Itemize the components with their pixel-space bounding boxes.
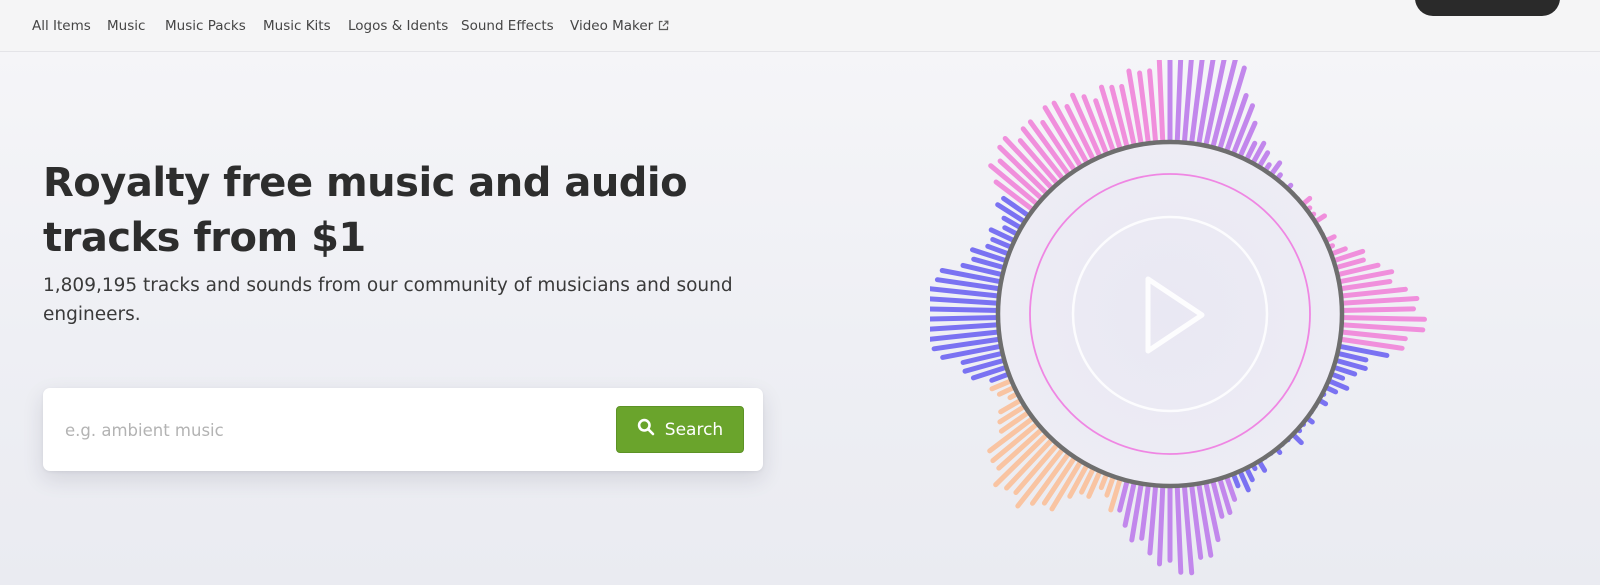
visualizer-bar [1331,321,1426,333]
visualizer-bar [1147,68,1159,154]
audio-visualizer [930,60,1427,576]
search-bar: Search [43,388,763,471]
nav-item-sound-effects[interactable]: Sound Effects [461,18,554,34]
visualizer-bar [1331,314,1427,322]
visualizer-bar [1156,60,1166,153]
search-icon [637,418,655,441]
visualizer-bar [930,314,1009,322]
visualizer-bar [1331,296,1420,307]
visualizer-disc [995,139,1345,489]
nav-item-video-maker[interactable]: Video Maker [570,18,669,35]
visualizer-bar [1174,475,1184,575]
nav-item-music[interactable]: Music [107,18,145,34]
top-navigation: All Items Music Music Packs Music Kits L… [0,0,1600,52]
hero-title-line-1: Royalty free music and audio [43,160,688,206]
visualizer-bar [1174,60,1184,153]
nav-item-logos-idents[interactable]: Logos & Idents [348,18,448,34]
nav-item-video-maker-label: Video Maker [570,18,654,34]
visualizer-bar [1147,474,1159,556]
external-link-icon [658,19,669,35]
visualizer-bar [1157,475,1166,567]
visualizer-bar [930,296,1009,307]
visualizer-bar [1331,306,1416,314]
nav-item-all-items[interactable]: All Items [32,18,91,34]
search-input[interactable] [65,410,585,450]
search-button-label: Search [664,419,724,440]
hero-title: Royalty free music and audio tracks from… [43,156,763,266]
visualizer-bar [930,306,1009,314]
hero-subtitle-line-2: engineers. [43,304,141,325]
hero-title-line-2: tracks from $1 [43,215,366,261]
hero-subtitle-line-1: 1,809,195 tracks and sounds from our com… [43,275,733,296]
header-action-button[interactable] [1415,0,1560,16]
nav-item-music-kits[interactable]: Music Kits [263,18,331,34]
nav-item-music-packs[interactable]: Music Packs [165,18,246,34]
visualizer-bar [930,321,1009,332]
search-button[interactable]: Search [616,406,744,453]
hero-subtitle: 1,809,195 tracks and sounds from our com… [43,271,743,329]
